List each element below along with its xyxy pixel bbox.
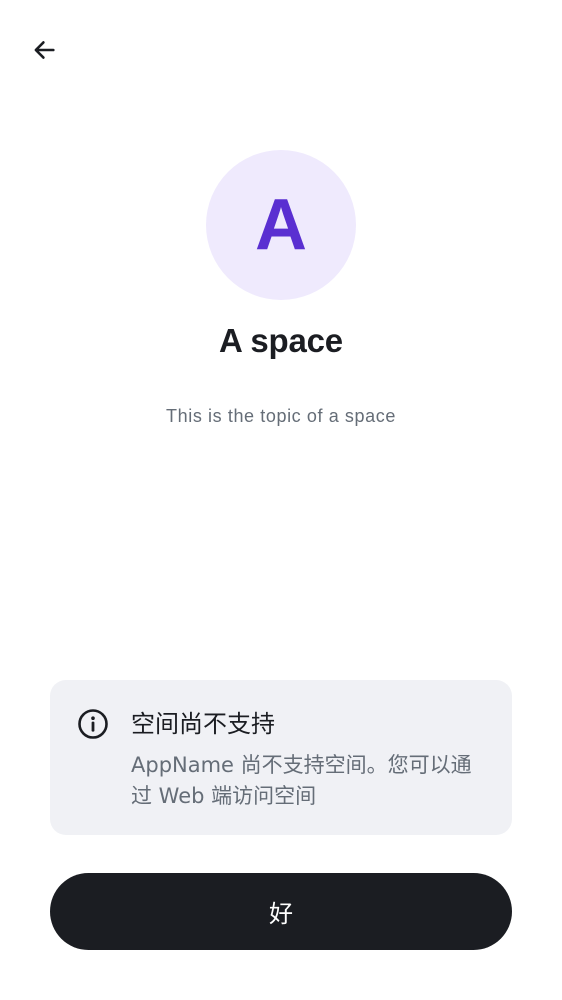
notice-body: AppName 尚不支持空间。您可以通过 Web 端访问空间 (131, 753, 472, 808)
ok-button[interactable]: 好 (50, 873, 512, 950)
notice-title: 空间尚不支持 (131, 710, 275, 738)
info-icon (78, 709, 108, 739)
back-button[interactable] (22, 28, 66, 72)
arrow-left-icon (34, 41, 55, 59)
space-avatar: A (206, 150, 356, 300)
unsupported-notice: 空间尚不支持 AppName 尚不支持空间。您可以通过 Web 端访问空间 (50, 680, 512, 835)
avatar-letter: A (255, 185, 307, 265)
space-unsupported-screen: A A space This is the topic of a space 空… (0, 0, 562, 1000)
space-topic: This is the topic of a space (166, 406, 396, 426)
space-name: A space (219, 322, 343, 359)
